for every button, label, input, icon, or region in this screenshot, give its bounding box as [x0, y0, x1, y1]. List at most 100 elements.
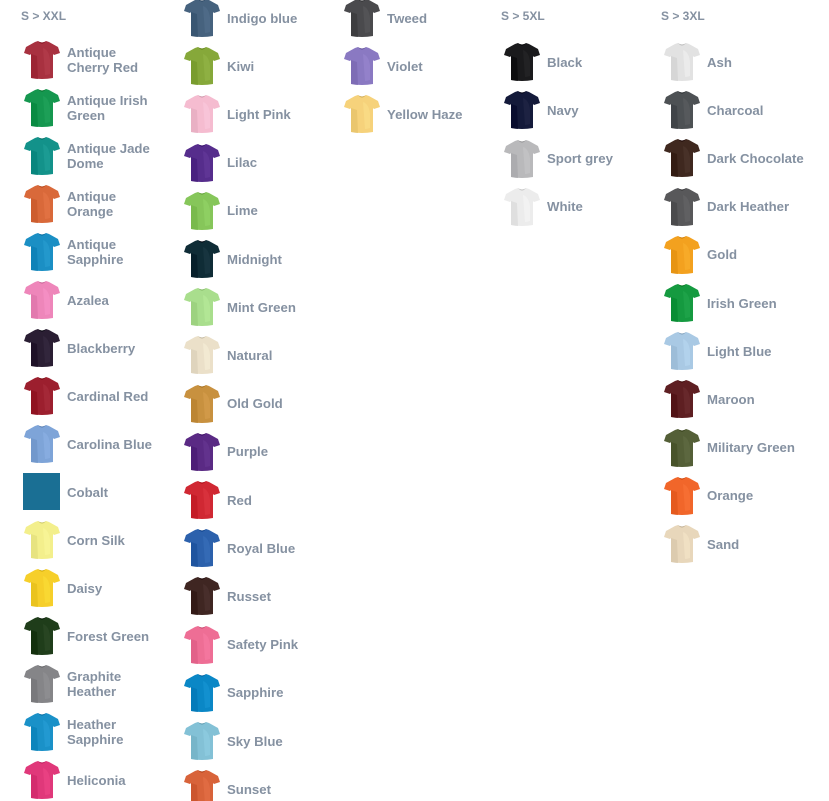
colour-swatch-item[interactable]: Corn Silk	[0, 518, 160, 562]
tshirt-icon	[183, 46, 221, 86]
colour-swatch-item[interactable]: White	[480, 185, 640, 229]
column-s-to-5xl: S > 5XL Black Navy Sport grey White	[480, 0, 640, 801]
colour-name-label: Military Green	[707, 440, 795, 456]
colour-swatch-item[interactable]: Graphite Heather	[0, 662, 160, 706]
colour-swatch-item[interactable]: Violet	[320, 44, 480, 88]
colour-swatch-item[interactable]: Sapphire	[160, 671, 320, 715]
tshirt-icon	[503, 187, 541, 227]
colour-swatch-item[interactable]: Yellow Haze	[320, 92, 480, 136]
colour-swatch-item[interactable]: Old Gold	[160, 382, 320, 426]
colour-swatch-item[interactable]: Sport grey	[480, 137, 640, 181]
size-range-heading: S > XXL	[21, 9, 67, 23]
colour-swatch-item[interactable]: Daisy	[0, 566, 160, 610]
colour-swatch-item[interactable]: Heliconia	[0, 758, 160, 801]
colour-swatch-item[interactable]: Charcoal	[640, 88, 829, 132]
colour-name-label: Sky Blue	[227, 733, 283, 749]
colour-name-label: White	[547, 199, 583, 215]
colour-name-label: Black	[547, 54, 583, 70]
tshirt-icon	[343, 46, 381, 86]
tshirt-icon	[183, 625, 221, 665]
tshirt-icon	[183, 0, 221, 38]
colour-name-label: Antique Sapphire	[67, 237, 124, 267]
tshirt-icon	[183, 239, 221, 279]
tshirt-icon	[663, 331, 701, 371]
colour-swatch-item[interactable]: Maroon	[640, 377, 829, 421]
colour-swatch-item[interactable]: Antique Sapphire	[0, 230, 160, 274]
tshirt-icon	[183, 721, 221, 761]
colour-name-label: Sapphire	[227, 685, 284, 701]
tshirt-icon	[23, 184, 61, 224]
colour-swatch-item[interactable]: Tweed	[320, 0, 480, 40]
colour-name-label: Ash	[707, 54, 732, 70]
colour-name-label: Dark Heather	[707, 199, 790, 215]
colour-name-label: Lilac	[227, 155, 258, 171]
colour-swatch-item[interactable]: Kiwi	[160, 44, 320, 88]
colour-swatch-item[interactable]: Indigo blue	[160, 0, 320, 40]
colour-swatch-item[interactable]: Light Blue	[640, 329, 829, 373]
tshirt-icon	[183, 384, 221, 424]
colour-swatch-item[interactable]: Antique Irish Green	[0, 86, 160, 130]
colour-swatch-item[interactable]: Black	[480, 40, 640, 84]
size-range-heading: S > 5XL	[501, 9, 545, 23]
colour-swatch-item[interactable]: Sand	[640, 522, 829, 566]
colour-name-label: Yellow Haze	[387, 106, 463, 122]
colour-swatch-item[interactable]: Antique Jade Dome	[0, 134, 160, 178]
column-s-to-3xl: S > 3XL Ash Charcoal Dark Chocolate Dark He…	[640, 0, 829, 801]
colour-name-label: Blackberry	[67, 340, 136, 356]
colour-swatch-item[interactable]: Dark Heather	[640, 185, 829, 229]
colour-swatch-item[interactable]: Navy	[480, 88, 640, 132]
colour-swatch-item[interactable]: Lilac	[160, 141, 320, 185]
colour-name-label: Cardinal Red	[67, 388, 149, 404]
colour-swatch-item[interactable]: Irish Green	[640, 281, 829, 325]
colour-swatch-item[interactable]: Gold	[640, 233, 829, 277]
colour-name-label: Purple	[227, 444, 269, 460]
colour-swatch-item[interactable]: Natural	[160, 333, 320, 377]
colour-swatch-item[interactable]: Ash	[640, 40, 829, 84]
colour-swatch-item[interactable]: Blackberry	[0, 326, 160, 370]
tshirt-icon	[663, 90, 701, 130]
colour-swatch-item[interactable]: Azalea	[0, 278, 160, 322]
colour-name-label: Indigo blue	[227, 10, 298, 26]
colour-swatch-item[interactable]: Antique Orange	[0, 182, 160, 226]
colour-name-label: Daisy	[67, 580, 103, 596]
colour-swatch-item[interactable]: Sky Blue	[160, 719, 320, 763]
colour-swatch-item[interactable]: Heather Sapphire	[0, 710, 160, 754]
colour-swatch-item[interactable]: Cobalt	[0, 470, 160, 514]
colour-swatch-item[interactable]: Light Pink	[160, 92, 320, 136]
colour-name-label: Sport grey	[547, 151, 613, 167]
colour-name-label: Irish Green	[707, 295, 777, 311]
colour-swatch-item[interactable]: Antique Cherry Red	[0, 38, 160, 82]
colour-swatch-item[interactable]: Mint Green	[160, 285, 320, 329]
colour-swatch-item[interactable]: Purple	[160, 430, 320, 474]
colour-name-label: Dark Chocolate	[707, 150, 804, 166]
tshirt-icon	[23, 664, 61, 704]
colour-name-label: Royal Blue	[227, 540, 296, 556]
colour-name-label: Charcoal	[707, 102, 764, 118]
tshirt-icon	[183, 528, 221, 568]
colour-swatch-item[interactable]: Military Green	[640, 426, 829, 470]
colour-swatch-item[interactable]: Carolina Blue	[0, 422, 160, 466]
colour-swatch-item[interactable]: Midnight	[160, 237, 320, 281]
colour-swatch-item[interactable]: Orange	[640, 474, 829, 518]
colour-swatch-item[interactable]: Russet	[160, 574, 320, 618]
colour-name-label: Safety Pink	[227, 637, 299, 653]
colour-swatch-item[interactable]: Safety Pink	[160, 623, 320, 667]
colour-swatch-item[interactable]: Royal Blue	[160, 526, 320, 570]
colour-name-label: Orange	[707, 488, 754, 504]
colour-name-label: Graphite Heather	[67, 669, 122, 699]
tshirt-icon	[23, 88, 61, 128]
colour-name-label: Antique Cherry Red	[67, 45, 139, 75]
column-s-to-xxl-continued-2: Tweed Violet Yellow Haze	[320, 0, 480, 801]
tshirt-icon	[183, 335, 221, 375]
colour-swatch-item[interactable]: Sunset	[160, 767, 320, 801]
tshirt-icon	[183, 191, 221, 231]
colour-swatch-item[interactable]: Lime	[160, 189, 320, 233]
colour-swatch-item[interactable]: Red	[160, 478, 320, 522]
colour-name-label: Navy	[547, 102, 579, 118]
tshirt-icon	[23, 616, 61, 656]
colour-swatch-item[interactable]: Cardinal Red	[0, 374, 160, 418]
tshirt-icon	[183, 673, 221, 713]
colour-swatch-item[interactable]: Forest Green	[0, 614, 160, 658]
colour-swatch-item[interactable]: Dark Chocolate	[640, 136, 829, 180]
tshirt-icon	[23, 520, 61, 560]
